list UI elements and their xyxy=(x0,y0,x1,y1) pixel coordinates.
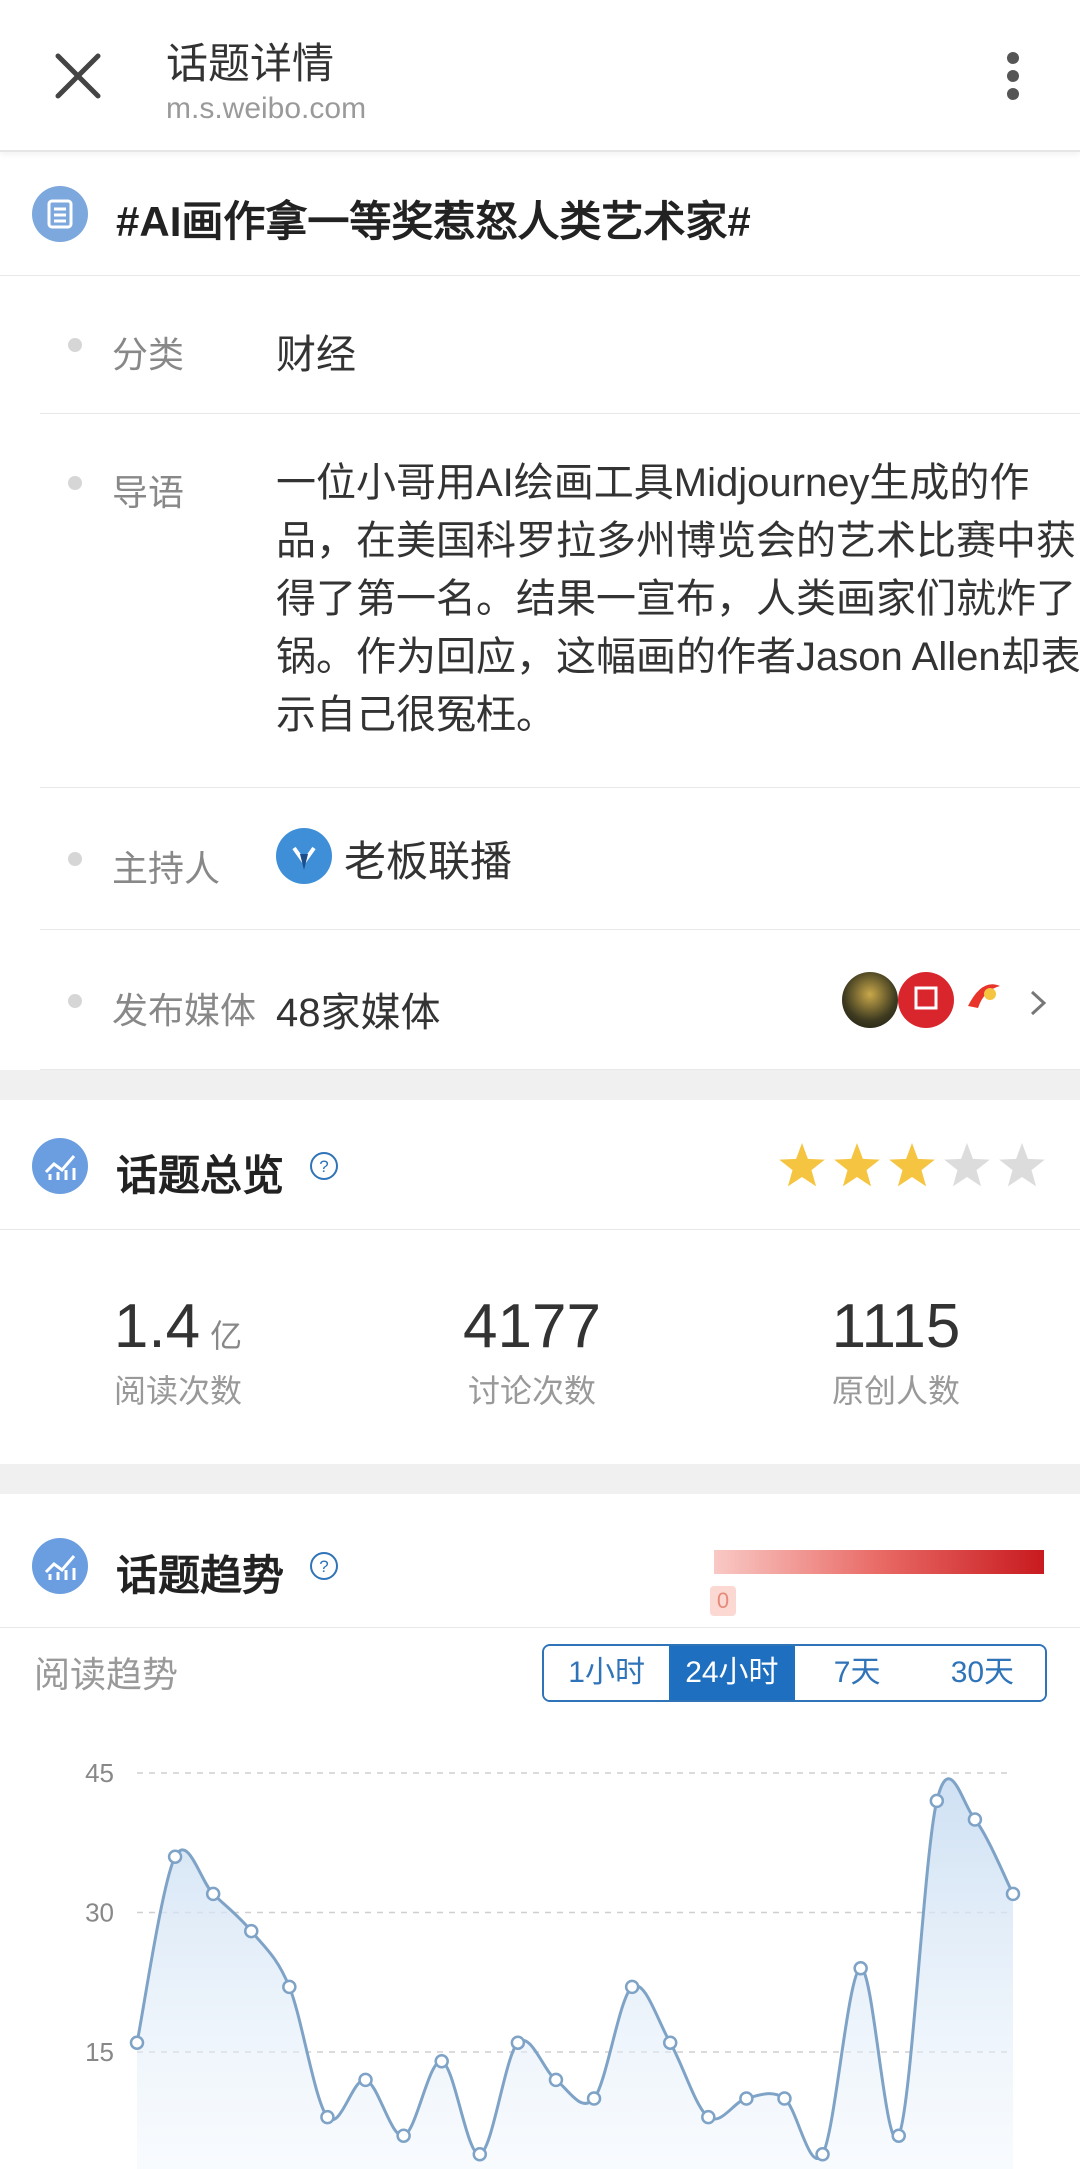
host-avatar[interactable] xyxy=(276,828,332,884)
chart-icon xyxy=(32,1538,88,1594)
trend-point xyxy=(853,1961,868,1976)
stat-value: 1.4 xyxy=(113,1292,201,1361)
stat-label: 阅读次数 xyxy=(113,1373,242,1409)
trend-point xyxy=(891,2128,906,2143)
trend-point xyxy=(662,2035,678,2050)
trend-point xyxy=(129,2035,145,2050)
heat-scale-bar xyxy=(714,1550,1044,1574)
chart-icon xyxy=(32,1138,88,1194)
trend-point xyxy=(548,2072,564,2088)
trend-point xyxy=(739,2091,754,2106)
tab-1h[interactable]: 1小时 xyxy=(544,1646,670,1700)
stat-label: 讨论次数 xyxy=(467,1373,596,1409)
overview-title: 话题总览 xyxy=(116,1152,285,1199)
media-count[interactable]: 48家媒体 xyxy=(276,980,441,1038)
trend-point xyxy=(167,1849,183,1864)
section-divider xyxy=(0,1464,1080,1494)
page-title: 话题详情 xyxy=(166,40,335,87)
tab-30d[interactable]: 30天 xyxy=(919,1646,1045,1700)
time-range-tabs: 1小时 24小时 7天 30天 xyxy=(542,1644,1047,1702)
tab-24h[interactable]: 24小时 xyxy=(669,1646,795,1700)
stat-originals: 1115 原创人数 xyxy=(746,1292,1046,1412)
intro-label: 导语 xyxy=(112,472,185,513)
stat-label: 原创人数 xyxy=(831,1373,960,1409)
more-options-icon[interactable] xyxy=(990,50,1036,102)
star-empty-icon xyxy=(944,1143,990,1187)
trend-point xyxy=(701,2109,716,2125)
media-label: 发布媒体 xyxy=(112,990,257,1031)
host-label: 主持人 xyxy=(112,848,221,889)
stat-value: 4177 xyxy=(463,1292,601,1361)
intro-text: 一位小哥用AI绘画工具Midjourney生成的作品，在美国科罗拉多州博览会的艺… xyxy=(276,461,1080,737)
section-divider xyxy=(0,1070,1080,1100)
trend-header: 话题趋势 ? 0 xyxy=(0,1494,1080,1628)
bullet xyxy=(68,338,82,352)
star-filled-icon xyxy=(779,1143,825,1187)
trend-point xyxy=(434,2054,449,2069)
star-empty-icon xyxy=(999,1143,1045,1187)
trend-point xyxy=(358,2072,373,2088)
trend-point xyxy=(777,2091,792,2106)
read-trend-chart: 45 30 15 xyxy=(85,1758,1021,2169)
stat-unit: 亿 xyxy=(210,1318,243,1354)
trend-point xyxy=(472,2147,488,2162)
trend-subtitle: 阅读趋势 xyxy=(34,1654,179,1695)
media-avatar xyxy=(898,972,954,1028)
trend-point xyxy=(205,1886,221,1902)
stat-value: 1115 xyxy=(831,1292,961,1361)
svg-text:?: ? xyxy=(319,1557,328,1576)
trend-point xyxy=(320,2109,335,2125)
tab-7d[interactable]: 7天 xyxy=(794,1646,920,1700)
topic-list-icon xyxy=(32,186,88,242)
intro-row: 导语 一位小哥用AI绘画工具Midjourney生成的作品，在美国科罗拉多州博览… xyxy=(40,414,1080,788)
topic-title-row: #AI画作拿一等奖惹怒人类艺术家# xyxy=(0,160,1080,276)
trend-point xyxy=(1005,1886,1021,1902)
y-tick-label: 30 xyxy=(85,1898,114,1928)
category-value: 财经 xyxy=(276,333,356,377)
top-bar: 话题详情 m.s.weibo.com xyxy=(0,0,1080,152)
host-row[interactable]: 主持人 老板联播 xyxy=(40,788,1080,930)
help-icon[interactable]: ? xyxy=(308,1150,340,1182)
trend-area xyxy=(137,1778,1013,2169)
help-icon[interactable]: ? xyxy=(308,1550,340,1582)
trend-point xyxy=(510,2035,526,2050)
stat-reads: 1.4 亿 阅读次数 xyxy=(28,1292,328,1412)
star-filled-icon xyxy=(889,1143,935,1187)
chevron-right-icon[interactable] xyxy=(1022,988,1052,1018)
overview-header: 话题总览 ? xyxy=(0,1100,1080,1230)
topic-title: #AI画作拿一等奖惹怒人类艺术家# xyxy=(116,198,751,245)
bullet xyxy=(68,476,82,490)
svg-text:?: ? xyxy=(319,1157,328,1176)
trend-point xyxy=(815,2147,830,2162)
close-icon[interactable] xyxy=(48,46,108,106)
heat-scale-marker: 0 xyxy=(710,1586,736,1616)
category-label: 分类 xyxy=(112,334,185,375)
trend-point xyxy=(929,1793,945,1809)
bullet xyxy=(68,852,82,866)
media-avatar xyxy=(954,972,1010,1028)
trend-point xyxy=(244,1923,259,1939)
trend-point xyxy=(282,1979,297,1995)
bullet xyxy=(68,994,82,1008)
host-name[interactable]: 老板联播 xyxy=(344,828,512,889)
stat-discussions: 4177 讨论次数 xyxy=(382,1292,682,1412)
page-url: m.s.weibo.com xyxy=(166,92,367,125)
overview-stats: 1.4 亿 阅读次数 4177 讨论次数 1115 原创人数 xyxy=(0,1234,1080,1464)
trend-title: 话题趋势 xyxy=(116,1552,285,1599)
trend-point xyxy=(624,1979,640,1995)
trend-point xyxy=(967,1812,983,1827)
trend-point xyxy=(586,2091,602,2106)
star-filled-icon xyxy=(834,1143,880,1187)
media-avatar xyxy=(842,972,898,1028)
y-tick-label: 45 xyxy=(85,1758,114,1788)
category-row: 分类 财经 xyxy=(40,276,1080,414)
trend-point xyxy=(396,2128,411,2143)
y-tick-label: 15 xyxy=(85,2037,114,2067)
media-row[interactable]: 发布媒体 48家媒体 xyxy=(40,930,1080,1070)
